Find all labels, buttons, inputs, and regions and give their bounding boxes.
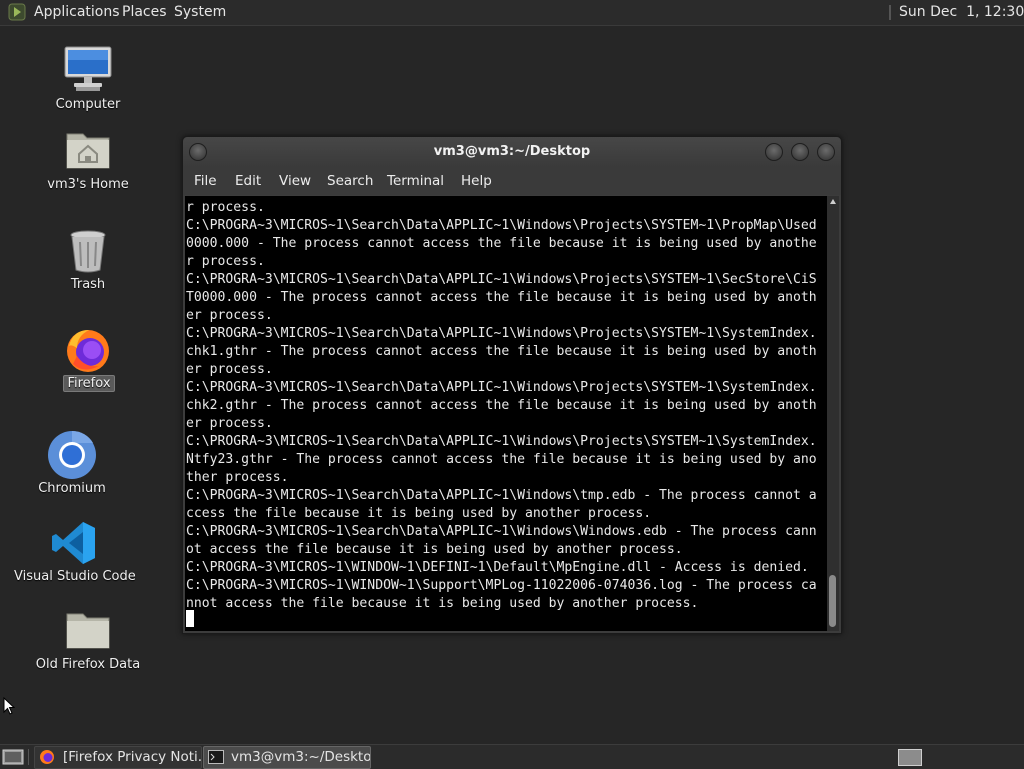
top-panel: Applications Places System Sun Dec 1, 12… (0, 0, 1024, 26)
chromium-icon (48, 430, 96, 479)
menu-file[interactable]: File (194, 173, 217, 189)
panel-separator (889, 5, 891, 20)
scroll-up-arrow-icon[interactable] (830, 199, 836, 204)
menu-help[interactable]: Help (461, 173, 492, 189)
desktop-icon-home[interactable]: vm3's Home (38, 128, 138, 194)
desktop-icon-old-firefox-data[interactable]: Old Firefox Data (28, 610, 148, 676)
window-title: vm3@vm3:~/Desktop (433, 144, 591, 159)
taskbar-item-label: vm3@vm3:~/Desktop (231, 749, 371, 765)
terminal-scrollbar[interactable] (827, 196, 839, 631)
folder-icon (66, 613, 110, 649)
bottom-panel: [Firefox Privacy Noti... vm3@vm3:~/Deskt… (0, 744, 1024, 769)
scrollbar-thumb[interactable] (829, 575, 836, 627)
desktop-icon-label: Trash (70, 277, 106, 292)
places-menu[interactable]: Places (122, 4, 167, 20)
desktop-icon-label: Old Firefox Data (35, 657, 141, 672)
firefox-icon (40, 750, 54, 764)
workspace-switcher[interactable] (898, 749, 922, 766)
terminal-text: r process. C:\PROGRA~3\MICROS~1\Search\D… (186, 200, 817, 611)
terminal-cursor (186, 610, 194, 627)
menu-terminal[interactable]: Terminal (387, 173, 444, 189)
gnome-foot-icon[interactable] (8, 3, 26, 21)
trash-icon (70, 230, 106, 273)
terminal-menubar: File Edit View Search Terminal Help (183, 167, 841, 195)
panel-separator (28, 749, 29, 765)
menu-search[interactable]: Search (327, 173, 373, 189)
desktop-icon-trash[interactable]: Trash (38, 228, 138, 294)
firefox-icon (67, 330, 109, 372)
desktop-icon-chromium[interactable]: Chromium (22, 430, 122, 500)
desktop-icon-firefox[interactable]: Firefox (38, 326, 138, 396)
terminal-output[interactable]: r process. C:\PROGRA~3\MICROS~1\Search\D… (185, 196, 827, 631)
desktop-icon-computer[interactable]: Computer (38, 44, 138, 114)
desktop-icon-label: vm3's Home (47, 177, 129, 192)
desktop-icon-vscode[interactable]: Visual Studio Code (14, 520, 136, 586)
system-menu[interactable]: System (174, 4, 226, 20)
show-desktop-icon[interactable] (2, 748, 24, 766)
desktop-icon-label: Firefox (63, 375, 115, 392)
close-button[interactable] (817, 143, 835, 161)
clock[interactable]: Sun Dec 1, 12:30 PM (899, 4, 1024, 20)
menu-edit[interactable]: Edit (235, 173, 261, 189)
taskbar-item-firefox[interactable]: [Firefox Privacy Noti... (34, 746, 202, 769)
taskbar-item-label: [Firefox Privacy Noti... (63, 749, 202, 765)
menu-view[interactable]: View (279, 173, 311, 189)
minimize-button[interactable] (765, 143, 783, 161)
computer-icon (64, 46, 112, 91)
maximize-button[interactable] (791, 143, 809, 161)
applications-menu[interactable]: Applications (34, 4, 120, 20)
desktop-icon-label: Computer (55, 97, 121, 112)
home-folder-icon (66, 133, 110, 169)
taskbar-item-terminal[interactable]: vm3@vm3:~/Desktop (203, 746, 371, 769)
desktop-icon-label: Chromium (38, 481, 106, 496)
window-titlebar[interactable]: vm3@vm3:~/Desktop (183, 137, 841, 167)
terminal-window[interactable]: vm3@vm3:~/Desktop File Edit View Search … (182, 136, 842, 634)
vscode-icon (52, 522, 95, 564)
mouse-pointer-icon (3, 697, 15, 715)
desktop-icon-label: Visual Studio Code (14, 569, 136, 584)
terminal-icon (208, 750, 224, 764)
